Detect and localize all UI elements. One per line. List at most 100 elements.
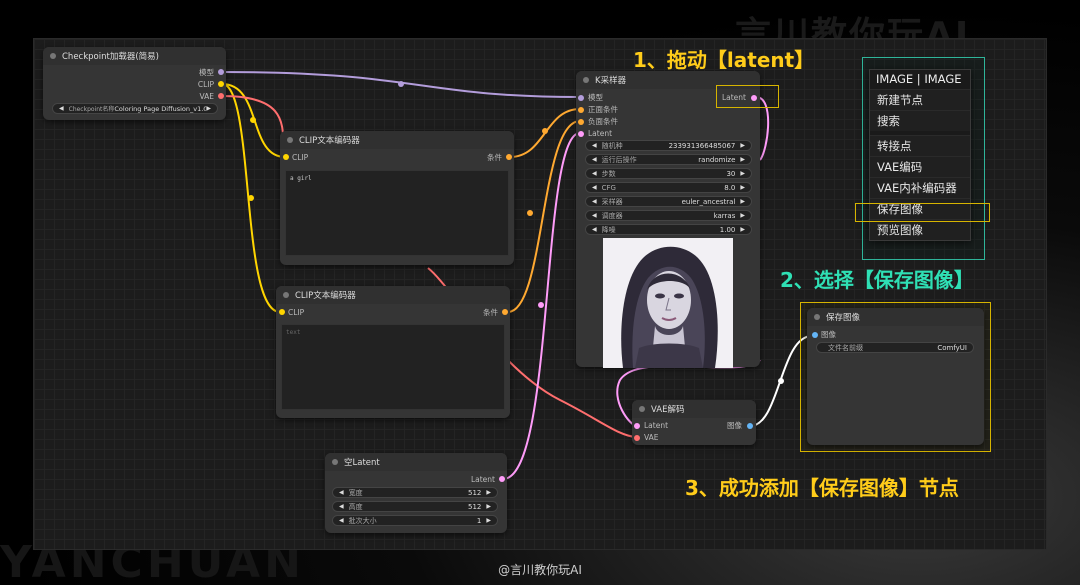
filename-prefix-widget[interactable]: 文件名前缀 ComfyUI [816, 342, 974, 353]
output-image-label: 图像 [727, 421, 742, 430]
arrow-right-icon[interactable]: ▶ [740, 142, 745, 149]
node-title: 空Latent [344, 458, 380, 468]
ckpt-select[interactable]: ◀ Checkpoint名称 Coloring Page Diffusion_v… [52, 103, 218, 114]
collapse-dot-icon[interactable] [287, 137, 293, 143]
annotation-step2: 2、选择【保存图像】 [780, 268, 974, 292]
input-socket-clip[interactable] [279, 309, 285, 315]
input-socket-latent[interactable] [578, 131, 584, 137]
widget-label: CFG [601, 183, 616, 192]
menu-item-preview-image[interactable]: 预览图像 [870, 219, 970, 240]
node-empty-latent[interactable]: 空Latent Latent ◀ 宽度 512 ▶ ◀ 高度 512 ▶ ◀ 批次大小 1 ▶ [325, 453, 507, 533]
control-after-generate-widget[interactable]: ◀ 运行后操作 randomize ▶ [585, 154, 752, 165]
denoise-widget[interactable]: ◀ 降噪 1.00 ▶ [585, 224, 752, 235]
steps-widget[interactable]: ◀ 步数 30 ▶ [585, 168, 752, 179]
arrow-right-icon[interactable]: ▶ [486, 517, 491, 524]
node-title: CLIP文本编码器 [295, 291, 356, 301]
widget-label: 随机种 [601, 141, 623, 150]
arrow-right-icon[interactable]: ▶ [486, 489, 491, 496]
node-clip-encode-negative[interactable]: CLIP文本编码器 CLIP 条件 text [276, 286, 510, 418]
input-model-label: 模型 [588, 93, 603, 102]
menu-item-vae-encode-inpaint[interactable]: VAE内补编码器 [870, 177, 970, 198]
batch-size-widget[interactable]: ◀ 批次大小 1 ▶ [332, 515, 498, 526]
collapse-dot-icon[interactable] [283, 292, 289, 298]
widget-value: 512 [468, 502, 482, 511]
input-clip-label: CLIP [288, 308, 305, 317]
prompt-textarea[interactable]: text [281, 324, 505, 410]
widget-label: 高度 [348, 502, 363, 511]
widget-label: 批次大小 [348, 516, 377, 525]
output-latent-label: Latent [470, 475, 495, 484]
cfg-widget[interactable]: ◀ CFG 8.0 ▶ [585, 182, 752, 193]
node-vae-decode[interactable]: VAE解码 Latent VAE 图像 [632, 400, 756, 445]
output-socket-clip[interactable] [218, 81, 224, 87]
output-clip-label: CLIP [197, 80, 214, 89]
input-socket-image[interactable] [812, 332, 818, 338]
widget-label: 文件名前缀 [828, 343, 863, 352]
output-conditioning-label: 条件 [487, 153, 502, 162]
widget-value: 233931366485067 [668, 141, 736, 150]
output-socket-conditioning[interactable] [502, 309, 508, 315]
input-socket-vae[interactable] [634, 435, 640, 441]
widget-label: 降噪 [601, 225, 616, 234]
collapse-dot-icon[interactable] [332, 459, 338, 465]
output-socket-latent[interactable] [499, 476, 505, 482]
height-widget[interactable]: ◀ 高度 512 ▶ [332, 501, 498, 512]
scheduler-widget[interactable]: ◀ 调度器 karras ▶ [585, 210, 752, 221]
input-image-label: 图像 [821, 330, 836, 339]
input-socket-positive[interactable] [578, 107, 584, 113]
collapse-dot-icon[interactable] [583, 77, 589, 83]
input-socket-model[interactable] [578, 95, 584, 101]
input-socket-negative[interactable] [578, 119, 584, 125]
annotation-step3: 3、成功添加【保存图像】节点 [685, 476, 959, 500]
collapse-dot-icon[interactable] [50, 53, 56, 59]
input-latent-label: Latent [644, 421, 669, 430]
arrow-right-icon[interactable]: ▶ [740, 226, 745, 233]
node-title: CLIP文本编码器 [299, 136, 360, 146]
collapse-dot-icon[interactable] [814, 314, 820, 320]
collapse-dot-icon[interactable] [639, 406, 645, 412]
preview-image [603, 238, 733, 368]
menu-item-new-node[interactable]: 新建节点 [870, 89, 970, 110]
input-socket-clip[interactable] [283, 154, 289, 160]
widget-label: 宽度 [348, 488, 363, 497]
sampler-widget[interactable]: ◀ 采样器 euler_ancestral ▶ [585, 196, 752, 207]
seed-widget[interactable]: ◀ 随机种 233931366485067 ▶ [585, 140, 752, 151]
widget-label: 调度器 [601, 211, 623, 220]
input-positive-label: 正面条件 [588, 105, 618, 114]
output-socket-conditioning[interactable] [506, 154, 512, 160]
widget-value: euler_ancestral [681, 197, 736, 206]
input-socket-latent[interactable] [634, 423, 640, 429]
ckpt-label: Checkpoint名称 [68, 106, 115, 113]
output-vae-label: VAE [199, 92, 214, 101]
arrow-right-icon[interactable]: ▶ [740, 170, 745, 177]
input-latent-label: Latent [588, 129, 613, 138]
width-widget[interactable]: ◀ 宽度 512 ▶ [332, 487, 498, 498]
widget-value: 512 [468, 488, 482, 497]
arrow-right-icon[interactable]: ▶ [206, 105, 211, 112]
output-socket-model[interactable] [218, 69, 224, 75]
node-title: 保存图像 [826, 313, 861, 323]
input-clip-label: CLIP [292, 153, 309, 162]
output-socket-vae[interactable] [218, 93, 224, 99]
wire-cond-neg [507, 120, 581, 313]
arrow-right-icon[interactable]: ▶ [740, 184, 745, 191]
annotation-step1: 1、拖动【latent】 [633, 48, 815, 72]
output-model-label: 模型 [199, 68, 214, 77]
input-vae-label: VAE [644, 433, 659, 442]
widget-value: 1.00 [719, 225, 736, 234]
output-conditioning-label: 条件 [483, 308, 498, 317]
arrow-right-icon[interactable]: ▶ [486, 503, 491, 510]
input-negative-label: 负面条件 [588, 117, 618, 126]
node-save-image[interactable]: 保存图像 图像 文件名前缀 ComfyUI [807, 308, 984, 445]
menu-item-vae-encode[interactable]: VAE编码 [870, 156, 970, 177]
node-checkpoint-loader[interactable]: Checkpoint加载器(简易) 模型 CLIP VAE ◀ Checkpoi… [43, 47, 226, 120]
output-socket-image[interactable] [747, 423, 753, 429]
prompt-textarea[interactable]: a girl [285, 170, 509, 256]
arrow-right-icon[interactable]: ▶ [740, 212, 745, 219]
node-title: K采样器 [595, 76, 627, 86]
arrow-right-icon[interactable]: ▶ [740, 198, 745, 205]
arrow-right-icon[interactable]: ▶ [740, 156, 745, 163]
menu-item-reroute[interactable]: 转接点 [870, 135, 970, 156]
menu-item-search[interactable]: 搜索 [870, 110, 970, 131]
node-clip-encode-positive[interactable]: CLIP文本编码器 CLIP 条件 a girl [280, 131, 514, 265]
